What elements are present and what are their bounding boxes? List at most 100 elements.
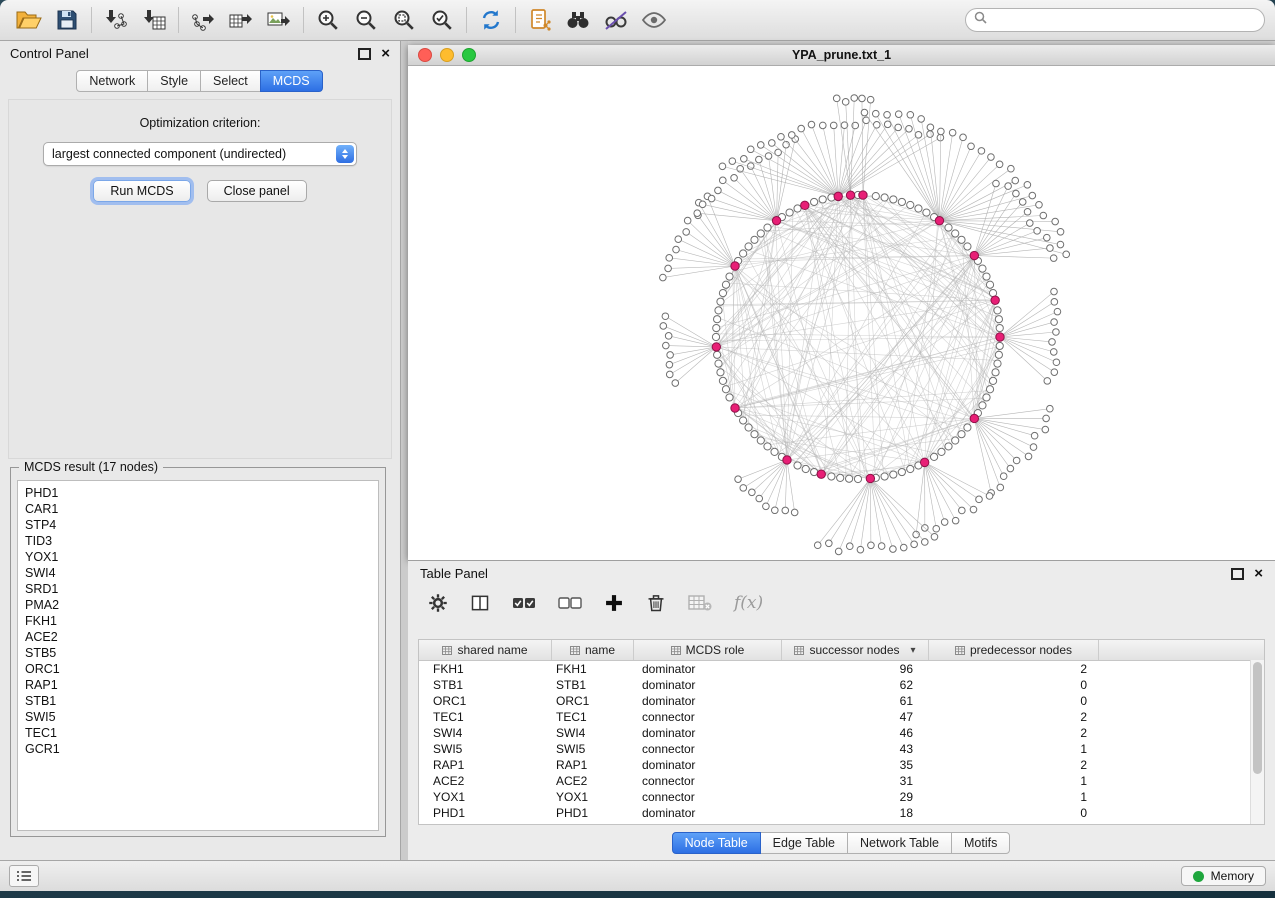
network-node[interactable] — [731, 175, 738, 182]
network-hub-node[interactable] — [846, 191, 854, 199]
network-node[interactable] — [996, 161, 1003, 168]
network-node[interactable] — [667, 352, 674, 359]
network-node[interactable] — [782, 507, 789, 514]
network-node[interactable] — [941, 519, 948, 526]
network-node[interactable] — [717, 298, 724, 305]
window-close-button[interactable] — [418, 48, 432, 62]
network-node[interactable] — [1029, 192, 1036, 199]
network-node[interactable] — [921, 539, 928, 546]
network-node[interactable] — [1049, 339, 1056, 346]
network-node[interactable] — [708, 195, 715, 202]
network-node[interactable] — [890, 546, 897, 553]
network-node[interactable] — [830, 122, 837, 129]
network-node[interactable] — [756, 495, 763, 502]
network-node[interactable] — [837, 474, 844, 481]
network-node[interactable] — [898, 468, 905, 475]
network-node[interactable] — [983, 394, 990, 401]
deselect-all-rows-icon[interactable] — [558, 593, 582, 613]
network-node[interactable] — [989, 377, 996, 384]
column-header-mcds-role[interactable]: MCDS role — [634, 640, 782, 660]
network-node[interactable] — [663, 342, 670, 349]
network-node[interactable] — [1013, 457, 1020, 464]
network-node[interactable] — [771, 448, 778, 455]
column-header-name[interactable]: name — [552, 640, 634, 660]
network-node[interactable] — [1047, 405, 1054, 412]
network-node[interactable] — [895, 111, 902, 118]
mcds-result-item[interactable]: STB5 — [25, 645, 371, 661]
network-node[interactable] — [756, 156, 763, 163]
network-node[interactable] — [949, 129, 956, 136]
network-node[interactable] — [1057, 241, 1064, 248]
mcds-result-item[interactable]: SRD1 — [25, 581, 371, 597]
network-node[interactable] — [859, 95, 866, 102]
network-node[interactable] — [964, 243, 971, 250]
network-node[interactable] — [945, 443, 952, 450]
network-node[interactable] — [861, 109, 868, 116]
select-all-rows-icon[interactable] — [512, 593, 536, 613]
import-table-icon[interactable] — [135, 4, 173, 36]
network-canvas[interactable] — [408, 65, 1275, 560]
column-header-shared-name[interactable]: shared name — [419, 640, 552, 660]
memory-button[interactable]: Memory — [1181, 866, 1266, 886]
mcds-result-item[interactable]: YOX1 — [25, 549, 371, 565]
table-scrollbar[interactable] — [1250, 660, 1264, 824]
table-row[interactable]: ACE2ACE2connector311 — [419, 773, 1264, 789]
network-node[interactable] — [881, 194, 888, 201]
network-node[interactable] — [1031, 432, 1038, 439]
column-header-successor-nodes[interactable]: successor nodes ▾ — [782, 640, 929, 660]
network-node[interactable] — [1054, 308, 1061, 315]
table-scrollbar-thumb[interactable] — [1253, 662, 1262, 774]
network-node[interactable] — [952, 517, 959, 524]
mcds-result-item[interactable]: CAR1 — [25, 501, 371, 517]
network-node[interactable] — [978, 148, 985, 155]
network-node[interactable] — [715, 187, 722, 194]
network-node[interactable] — [726, 273, 733, 280]
network-node[interactable] — [672, 380, 679, 387]
network-node[interactable] — [808, 121, 815, 128]
network-node[interactable] — [1008, 165, 1015, 172]
hide-glasses-icon[interactable] — [597, 4, 635, 36]
run-mcds-button[interactable]: Run MCDS — [93, 180, 190, 202]
network-node[interactable] — [786, 209, 793, 216]
network-node[interactable] — [673, 246, 680, 253]
network-hub-node[interactable] — [712, 343, 720, 351]
mcds-result-item[interactable]: SWI4 — [25, 565, 371, 581]
network-hub-node[interactable] — [731, 262, 739, 270]
network-node[interactable] — [715, 360, 722, 367]
network-node[interactable] — [890, 196, 897, 203]
network-node[interactable] — [1005, 183, 1012, 190]
export-network-icon[interactable] — [184, 4, 222, 36]
network-node[interactable] — [794, 462, 801, 469]
network-node[interactable] — [930, 453, 937, 460]
network-node[interactable] — [660, 323, 667, 330]
float-panel-icon[interactable] — [358, 48, 371, 60]
network-node[interactable] — [835, 548, 842, 555]
network-node[interactable] — [881, 473, 888, 480]
network-node[interactable] — [665, 265, 672, 272]
create-column-plus-icon[interactable] — [604, 593, 624, 613]
network-node[interactable] — [713, 324, 720, 331]
table-row[interactable]: PHD1PHD1dominator180 — [419, 805, 1264, 821]
network-node[interactable] — [1000, 473, 1007, 480]
network-node[interactable] — [729, 158, 736, 165]
network-node[interactable] — [683, 229, 690, 236]
column-header-predecessor-nodes[interactable]: predecessor nodes — [929, 640, 1099, 660]
tab-select[interactable]: Select — [200, 70, 261, 92]
network-node[interactable] — [937, 134, 944, 141]
table-row[interactable]: YOX1YOX1connector291 — [419, 789, 1264, 805]
network-node[interactable] — [986, 493, 993, 500]
network-node[interactable] — [1052, 218, 1059, 225]
network-node[interactable] — [791, 509, 798, 516]
mcds-result-item[interactable]: TEC1 — [25, 725, 371, 741]
network-node[interactable] — [857, 546, 864, 553]
network-hub-node[interactable] — [783, 456, 791, 464]
network-node[interactable] — [872, 193, 879, 200]
network-node[interactable] — [719, 377, 726, 384]
network-node[interactable] — [945, 224, 952, 231]
network-node[interactable] — [996, 342, 1003, 349]
network-node[interactable] — [694, 210, 701, 217]
network-node[interactable] — [983, 273, 990, 280]
window-minimize-button[interactable] — [440, 48, 454, 62]
network-node[interactable] — [986, 386, 993, 393]
tab-node-table[interactable]: Node Table — [672, 832, 761, 854]
